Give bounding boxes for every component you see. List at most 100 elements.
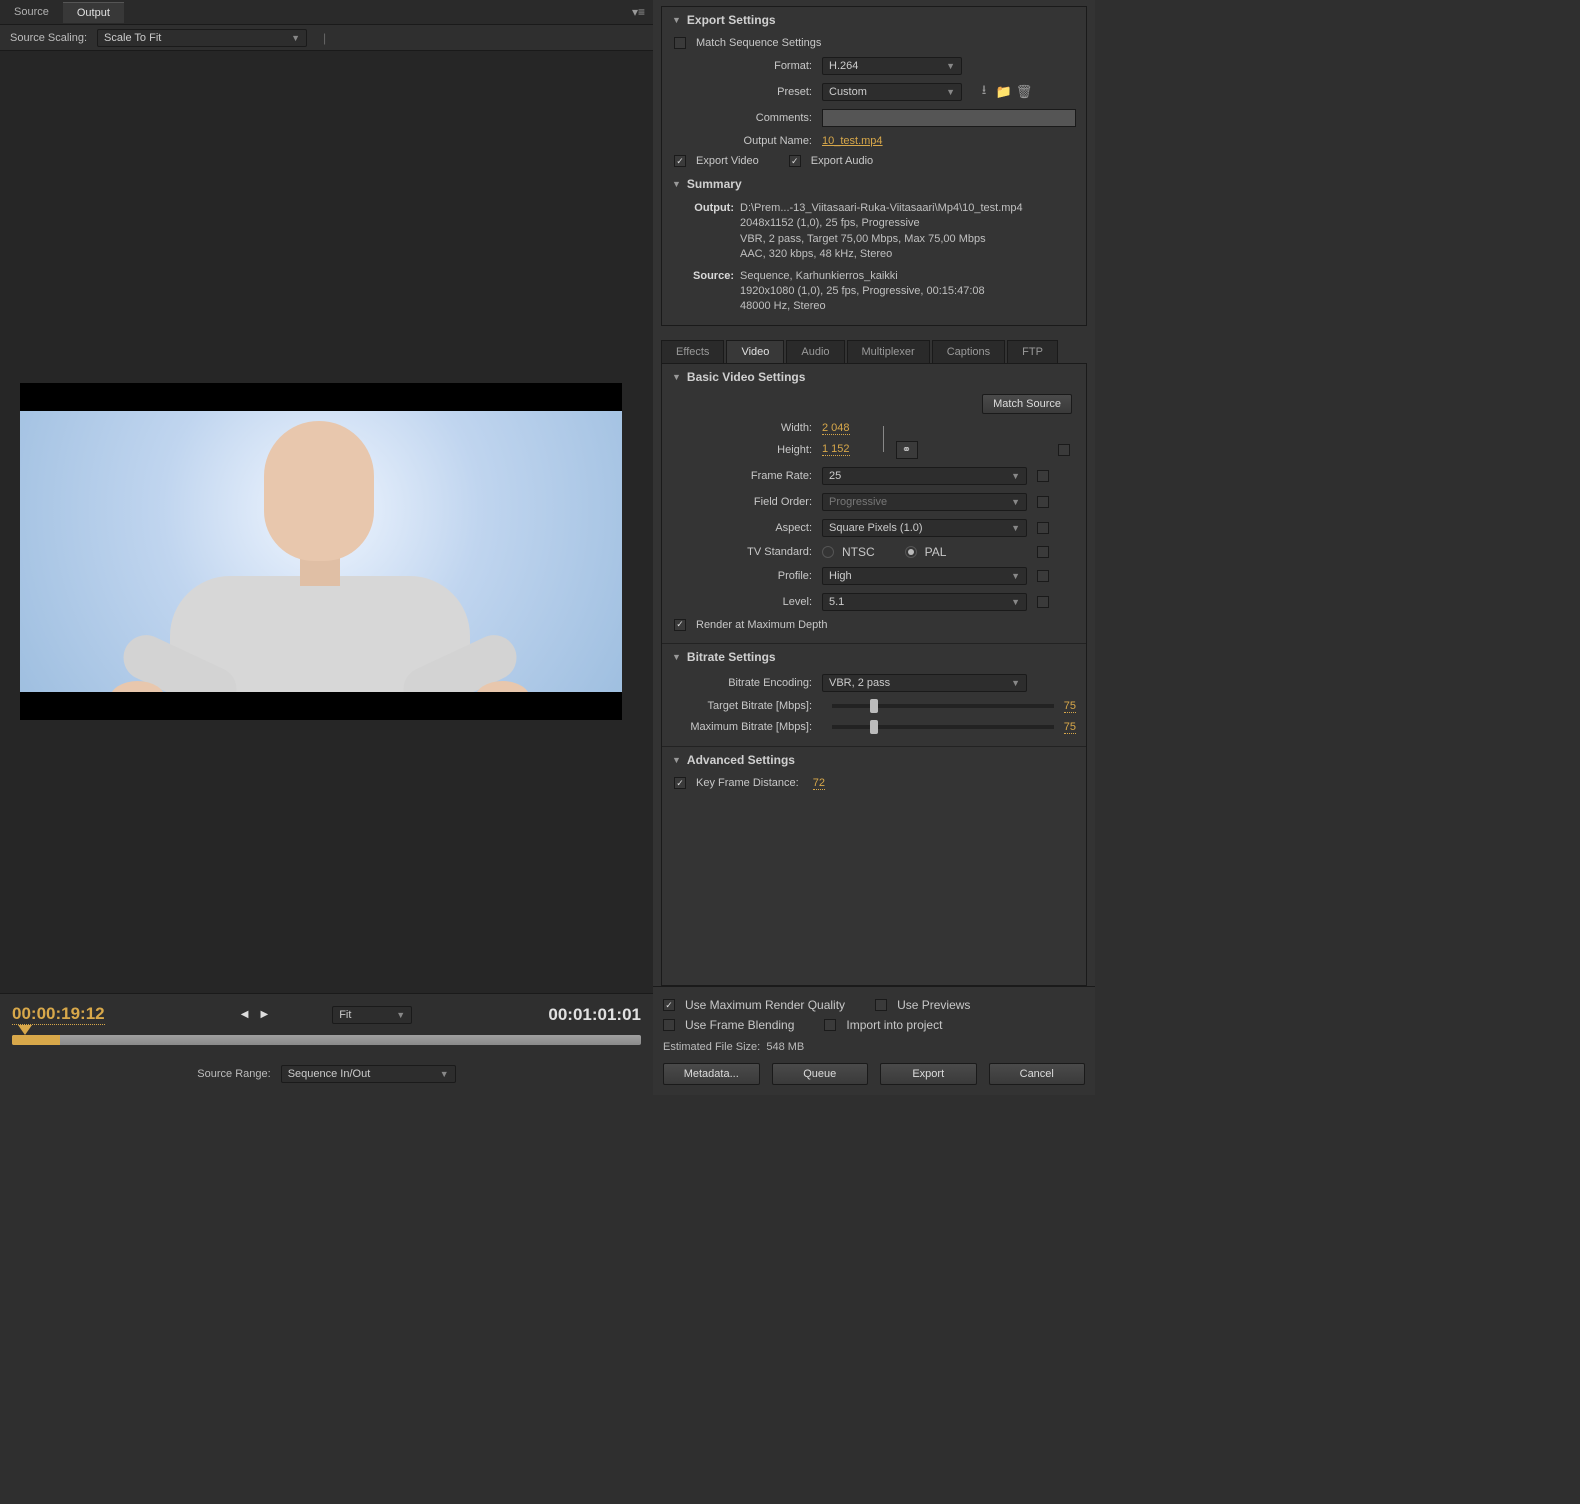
match-source-button[interactable]: Match Source [982,394,1072,414]
height-field[interactable]: 1 152 [822,443,850,456]
format-value: H.264 [829,60,858,72]
tab-effects[interactable]: Effects [661,340,724,363]
summary-block: Output:D:\Prem...-13_Viitasaari-Ruka-Vii… [662,197,1086,325]
summary-output-label: Output: [676,201,740,216]
width-height-match-checkbox[interactable] [1058,444,1070,456]
framerate-dropdown[interactable]: 25▼ [822,467,1027,485]
use-max-quality-label: Use Maximum Render Quality [685,998,845,1012]
bitrate-header[interactable]: ▼ Bitrate Settings [662,644,1086,670]
twirl-down-icon: ▼ [672,179,681,189]
advanced-header[interactable]: ▼ Advanced Settings [662,747,1086,773]
source-range-value: Sequence In/Out [288,1068,371,1080]
format-label: Format: [662,60,822,72]
fieldorder-dropdown[interactable]: Progressive▼ [822,493,1027,511]
video-settings-panel: ▼ Basic Video Settings Match Source Widt… [661,363,1087,986]
keyframe-distance-checkbox[interactable] [674,777,686,789]
chevron-down-icon: ▼ [440,1069,449,1079]
output-name-link[interactable]: 10_test.mp4 [822,135,883,147]
ntsc-radio[interactable] [822,546,834,558]
format-dropdown[interactable]: H.264▼ [822,57,962,75]
target-bitrate-slider[interactable] [832,704,1054,708]
preview-tab-row: Source Output ▾≡ [0,0,653,25]
summary-title: Summary [687,177,742,191]
export-settings-header[interactable]: ▼ Export Settings [662,7,1086,33]
twirl-down-icon: ▼ [672,652,681,662]
panel-menu-icon[interactable]: ▾≡ [624,5,653,19]
estimated-size-value: 548 MB [766,1041,804,1053]
zoom-fit-dropdown[interactable]: Fit▼ [332,1006,412,1024]
timeline-in-out-range [12,1035,60,1045]
width-field[interactable]: 2 048 [822,422,850,435]
advanced-title: Advanced Settings [687,753,795,767]
output-name-label: Output Name: [662,135,822,147]
source-scaling-dropdown[interactable]: Scale To Fit▼ [97,29,307,47]
preview-area [0,51,653,993]
summary-header[interactable]: ▼ Summary [662,171,1086,197]
timecode-out: 00:01:01:01 [548,1005,641,1025]
level-dropdown[interactable]: 5.1▼ [822,593,1027,611]
match-sequence-label: Match Sequence Settings [696,37,821,49]
import-project-checkbox[interactable] [824,1019,836,1031]
queue-button[interactable]: Queue [772,1063,869,1085]
use-max-quality-checkbox[interactable] [663,999,675,1011]
profile-match-checkbox[interactable] [1037,570,1049,582]
source-scaling-label: Source Scaling: [10,32,87,44]
aspect-value: Square Pixels (1.0) [829,522,923,534]
use-previews-checkbox[interactable] [875,999,887,1011]
source-range-dropdown[interactable]: Sequence In/Out ▼ [281,1065,456,1083]
preview-frame [20,383,622,720]
source-scaling-value: Scale To Fit [104,32,161,44]
basic-video-header[interactable]: ▼ Basic Video Settings [662,364,1086,390]
export-video-checkbox[interactable] [674,155,686,167]
tab-captions[interactable]: Captions [932,340,1005,363]
cancel-button[interactable]: Cancel [989,1063,1086,1085]
prev-frame-icon[interactable]: ◀ [241,1009,249,1020]
level-match-checkbox[interactable] [1037,596,1049,608]
max-bitrate-value[interactable]: 75 [1064,721,1076,734]
delete-preset-icon[interactable]: 🗑 [1014,83,1034,101]
summary-output-bitrate: VBR, 2 pass, Target 75,00 Mbps, Max 75,0… [740,232,1072,247]
tab-multiplexer[interactable]: Multiplexer [847,340,930,363]
preview-image [20,411,622,692]
framerate-match-checkbox[interactable] [1037,470,1049,482]
timeline-bar[interactable] [12,1035,641,1045]
tab-ftp[interactable]: FTP [1007,340,1058,363]
constrain-link-icon[interactable]: ⚭ [896,441,918,459]
tab-video[interactable]: Video [726,340,784,363]
max-bitrate-slider[interactable] [832,725,1054,729]
aspect-match-checkbox[interactable] [1037,522,1049,534]
tab-source[interactable]: Source [0,2,63,22]
use-frame-blending-checkbox[interactable] [663,1019,675,1031]
tvstd-match-checkbox[interactable] [1037,546,1049,558]
pal-radio[interactable] [905,546,917,558]
next-frame-icon[interactable]: ▶ [261,1009,269,1020]
framerate-label: Frame Rate: [662,470,822,482]
timecode-in[interactable]: 00:00:19:12 [12,1004,105,1025]
aspect-dropdown[interactable]: Square Pixels (1.0)▼ [822,519,1027,537]
basic-video-title: Basic Video Settings [687,370,805,384]
preview-footer: 00:00:19:12 ◀ ▶ Fit▼ 00:01:01:01 Source … [0,993,653,1095]
profile-dropdown[interactable]: High▼ [822,567,1027,585]
import-preset-icon[interactable]: 📁 [994,83,1014,101]
tab-audio[interactable]: Audio [786,340,844,363]
render-max-depth-checkbox[interactable] [674,619,686,631]
export-audio-checkbox[interactable] [789,155,801,167]
export-settings-title: Export Settings [687,13,776,27]
bitrate-encoding-dropdown[interactable]: VBR, 2 pass▼ [822,674,1027,692]
save-preset-icon[interactable]: ⭳ [974,83,994,101]
tab-output[interactable]: Output [63,2,124,23]
render-max-depth-label: Render at Maximum Depth [696,619,827,631]
fieldorder-match-checkbox[interactable] [1037,496,1049,508]
fieldorder-value: Progressive [829,496,887,508]
export-button[interactable]: Export [880,1063,977,1085]
target-bitrate-value[interactable]: 75 [1064,700,1076,713]
metadata-button[interactable]: Metadata... [663,1063,760,1085]
preset-dropdown[interactable]: Custom▼ [822,83,962,101]
use-previews-label: Use Previews [897,998,970,1012]
summary-output-path: D:\Prem...-13_Viitasaari-Ruka-Viitasaari… [740,201,1072,216]
summary-source-seq: Sequence, Karhunkierros_kaikki [740,269,1072,284]
match-sequence-checkbox[interactable] [674,37,686,49]
level-label: Level: [662,596,822,608]
keyframe-distance-value[interactable]: 72 [813,777,825,790]
comments-input[interactable] [822,109,1076,127]
